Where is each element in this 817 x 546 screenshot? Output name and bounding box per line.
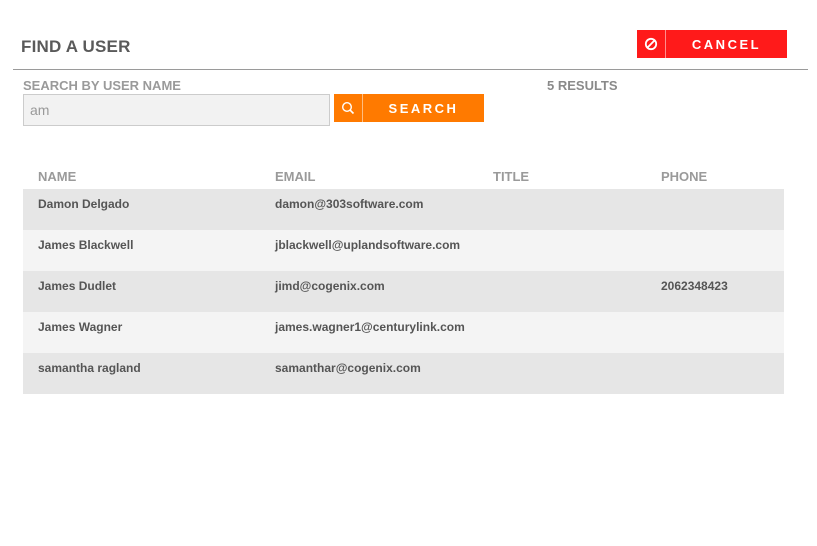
cell-email: damon@303software.com [275,197,424,211]
header-email: EMAIL [275,169,316,184]
header-phone: PHONE [661,169,708,184]
cell-email: james.wagner1@centurylink.com [275,320,465,334]
header-name: NAME [38,169,77,184]
cell-email: samanthar@cogenix.com [275,361,421,375]
table-row[interactable]: James Wagner james.wagner1@centurylink.c… [23,312,784,353]
users-table: NAME EMAIL TITLE PHONE Damon Delgado dam… [23,162,784,394]
page-title: FIND A USER [21,37,131,56]
cancel-button-label: CANCEL [691,36,762,52]
search-input[interactable] [23,94,330,126]
search-icon [334,94,363,122]
cell-name: James Dudlet [38,279,117,293]
results-count: 5 RESULTS [547,78,618,93]
header-title: TITLE [493,169,530,184]
cancel-button[interactable]: CANCEL [637,30,787,58]
table-row[interactable]: samantha ragland samanthar@cogenix.com [23,353,784,394]
cell-name: Damon Delgado [38,197,130,211]
search-label: SEARCH BY USER NAME [23,78,181,93]
table-row[interactable]: James Dudlet jimd@cogenix.com 2062348423 [23,271,784,312]
table-row[interactable]: James Blackwell jblackwell@uplandsoftwar… [23,230,784,271]
search-button-label: SEARCH [388,100,459,116]
cancel-icon [637,30,666,58]
search-button[interactable]: SEARCH [334,94,484,122]
cell-name: James Blackwell [38,238,134,252]
cell-name: samantha ragland [38,361,141,375]
cell-phone: 2062348423 [661,279,728,293]
cell-email: jimd@cogenix.com [275,279,385,293]
cell-email: jblackwell@uplandsoftware.com [275,238,461,252]
table-body: Damon Delgado damon@303software.com Jame… [23,189,784,394]
table-row[interactable]: Damon Delgado damon@303software.com [23,189,784,230]
cell-name: James Wagner [38,320,123,334]
table-header: NAME EMAIL TITLE PHONE [23,162,784,189]
header-divider [13,69,808,70]
